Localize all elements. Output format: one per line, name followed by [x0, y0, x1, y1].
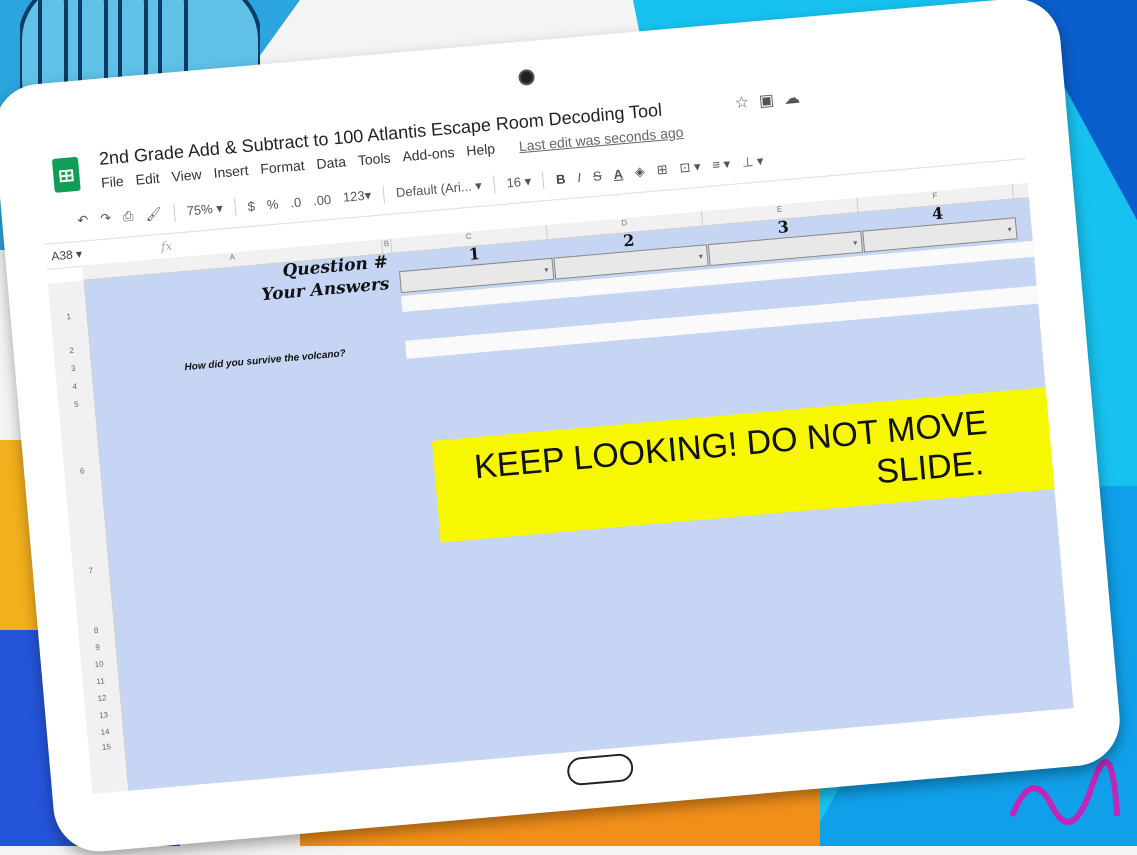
- strikethrough-button[interactable]: S: [592, 168, 602, 184]
- percent-button[interactable]: %: [266, 196, 279, 212]
- menu-help[interactable]: Help: [466, 140, 496, 158]
- merge-cells-icon[interactable]: ⊡ ▾: [679, 159, 701, 177]
- row-header[interactable]: 7: [73, 565, 110, 577]
- title-icons: ☆▣☁: [734, 87, 811, 114]
- toolbar-divider: [492, 175, 496, 194]
- italic-button[interactable]: I: [577, 169, 582, 184]
- decrease-decimal-button[interactable]: .0: [290, 194, 302, 210]
- font-size-select[interactable]: 16 ▾: [506, 173, 532, 191]
- tablet-device: 2nd Grade Add & Subtract to 100 Atlantis…: [0, 0, 1124, 855]
- menu-file[interactable]: File: [100, 173, 124, 191]
- home-button[interactable]: [566, 752, 635, 787]
- menu-addons[interactable]: Add-ons: [402, 144, 455, 164]
- camera-icon: [517, 68, 536, 86]
- sheets-screen: 2nd Grade Add & Subtract to 100 Atlantis…: [35, 60, 1074, 794]
- row-header[interactable]: 10: [81, 658, 118, 670]
- move-to-folder-icon[interactable]: ▣: [758, 91, 785, 110]
- keep-looking-banner: KEEP LOOKING! DO NOT MOVE SLIDE.: [431, 385, 1074, 543]
- question-4-header: 4: [931, 203, 944, 224]
- menu-format[interactable]: Format: [260, 157, 306, 177]
- row-header[interactable]: 1: [50, 311, 87, 323]
- currency-button[interactable]: $: [247, 198, 256, 214]
- row-header[interactable]: 2: [53, 344, 90, 356]
- print-icon[interactable]: ⎙: [122, 208, 134, 225]
- borders-icon[interactable]: ⊞: [656, 161, 668, 178]
- menu-tools[interactable]: Tools: [357, 150, 391, 169]
- toolbar-divider: [382, 185, 385, 204]
- question-3-header: 3: [776, 217, 790, 237]
- font-size-value: 16: [505, 174, 522, 191]
- redo-icon[interactable]: ↷: [100, 210, 112, 227]
- cell-reference: A38: [50, 247, 74, 264]
- menu-edit[interactable]: Edit: [135, 170, 160, 188]
- paint-format-icon[interactable]: 🖌: [145, 206, 163, 223]
- bold-button[interactable]: B: [555, 171, 566, 187]
- your-answers-label: Your Answers: [260, 274, 391, 306]
- sheet-grid[interactable]: Question # Your Answers 1 2 3 4 How did …: [84, 197, 1074, 794]
- fill-color-icon[interactable]: ◈: [634, 163, 645, 180]
- row-header[interactable]: 4: [56, 380, 93, 392]
- toolbar-divider: [233, 198, 237, 217]
- row-header[interactable]: 6: [64, 465, 101, 477]
- number-format-value: 123: [342, 187, 366, 205]
- row-header[interactable]: 9: [79, 641, 116, 653]
- volcano-question-label: How did you survive the volcano?: [184, 348, 347, 374]
- increase-decimal-button[interactable]: .00: [312, 191, 331, 208]
- zoom-select[interactable]: 75% ▾: [186, 200, 223, 219]
- undo-icon[interactable]: ↶: [77, 212, 89, 229]
- row-header[interactable]: 5: [58, 398, 95, 410]
- star-icon[interactable]: ☆: [734, 93, 760, 112]
- google-sheets-logo-icon[interactable]: [51, 156, 81, 193]
- font-select[interactable]: Default (Ari... ▾: [395, 178, 482, 201]
- row-header[interactable]: 12: [84, 692, 121, 704]
- menu-data[interactable]: Data: [316, 153, 347, 172]
- align-icon[interactable]: ≡ ▾: [712, 156, 731, 173]
- row-header[interactable]: 8: [78, 624, 115, 636]
- number-format-select[interactable]: 123▾: [342, 187, 372, 205]
- zoom-value: 75%: [186, 201, 214, 219]
- row-header[interactable]: 15: [88, 741, 125, 753]
- row-header[interactable]: 13: [85, 709, 122, 721]
- toolbar-divider: [172, 203, 176, 222]
- toolbar-divider: [542, 171, 545, 190]
- menu-insert[interactable]: Insert: [213, 162, 249, 181]
- font-value: Default (Ari...: [395, 178, 473, 201]
- question-1-header: 1: [467, 244, 481, 265]
- menu-view[interactable]: View: [171, 166, 202, 185]
- question-2-header: 2: [622, 230, 636, 251]
- row-header[interactable]: 14: [87, 726, 124, 738]
- cloud-status-icon[interactable]: ☁: [783, 89, 810, 108]
- row-header[interactable]: 3: [55, 362, 92, 374]
- fx-icon: fx: [160, 238, 173, 254]
- text-color-button[interactable]: A: [613, 166, 624, 182]
- row-header[interactable]: 11: [82, 675, 119, 687]
- valign-icon[interactable]: ⊥ ▾: [741, 153, 764, 171]
